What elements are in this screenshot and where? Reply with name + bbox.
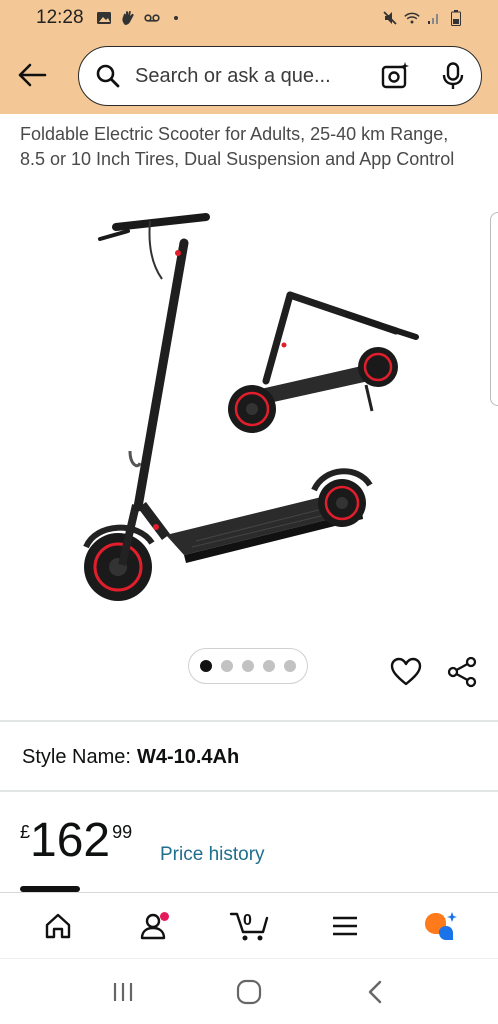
carousel-dot[interactable]: [242, 660, 254, 672]
hand-icon: [120, 10, 136, 26]
android-nav-bar: [0, 958, 498, 1024]
dot-icon: [168, 10, 184, 26]
status-icons-right: [382, 10, 464, 26]
system-back-button[interactable]: [355, 972, 395, 1012]
style-selector[interactable]: Style Name: W4-10.4Ah: [22, 746, 239, 769]
image-carousel-dots[interactable]: [188, 648, 308, 684]
home-circle-icon: [236, 979, 262, 1004]
bottom-nav: 0: [0, 892, 498, 958]
heart-icon: [390, 657, 422, 686]
back-arrow-icon: [18, 63, 47, 87]
notification-dot: [160, 911, 170, 921]
battery-icon: [448, 10, 464, 26]
status-icons-left: [96, 10, 184, 26]
status-time: 12:28: [36, 7, 84, 28]
product-image[interactable]: [66, 205, 436, 615]
header: Search or ask a que...: [0, 36, 498, 114]
price-fraction: 99: [112, 822, 133, 842]
share-icon: [447, 656, 477, 688]
carousel-dot[interactable]: [263, 660, 275, 672]
main-scooter: [83, 213, 373, 601]
search-icon: [96, 64, 120, 88]
home-button[interactable]: [229, 972, 269, 1012]
recent-apps-icon: [113, 982, 133, 1001]
product-title[interactable]: Foldable Electric Scooter for Adults, 25…: [20, 122, 460, 172]
status-bar: 12:28: [0, 0, 498, 36]
nav-menu[interactable]: [321, 902, 369, 950]
style-value: W4-10.4Ah: [136, 746, 240, 768]
title-cut-line: [20, 114, 220, 122]
style-label: Style Name:: [22, 746, 131, 768]
chevron-left-icon: [368, 980, 382, 1003]
search-box[interactable]: Search or ask a que...: [78, 46, 482, 106]
voicemail-icon: [143, 10, 160, 26]
price-whole: 162: [30, 814, 111, 867]
carousel-dot[interactable]: [221, 660, 233, 672]
mute-icon: [382, 10, 398, 26]
nav-home[interactable]: [34, 902, 82, 950]
divider: [0, 720, 498, 722]
price-history-link[interactable]: Price history: [160, 844, 265, 866]
carousel-dot[interactable]: [200, 660, 212, 672]
rufus-icon: [425, 911, 458, 940]
side-scroll-handle[interactable]: [490, 212, 498, 406]
recent-apps-button[interactable]: [103, 972, 143, 1012]
back-button[interactable]: [14, 57, 50, 93]
price-currency-symbol: £: [20, 822, 31, 842]
signal-icon: [426, 10, 442, 26]
camera-lens-icon[interactable]: [381, 61, 411, 91]
image-icon: [96, 10, 112, 26]
search-input[interactable]: Search or ask a que...: [135, 65, 381, 88]
folded-scooter: [228, 291, 419, 433]
price: £ 162 99: [20, 814, 132, 868]
nav-account[interactable]: [129, 902, 177, 950]
wifi-icon: [404, 10, 420, 26]
divider: [0, 790, 498, 792]
nav-rufus[interactable]: [416, 902, 464, 950]
menu-icon: [332, 916, 357, 935]
microphone-icon[interactable]: [441, 62, 465, 90]
carousel-dot[interactable]: [284, 660, 296, 672]
nav-cart[interactable]: 0: [225, 902, 273, 950]
cart-count: 0: [242, 911, 252, 929]
wishlist-button[interactable]: [390, 656, 422, 688]
home-icon: [45, 913, 70, 938]
share-button[interactable]: [446, 656, 478, 688]
